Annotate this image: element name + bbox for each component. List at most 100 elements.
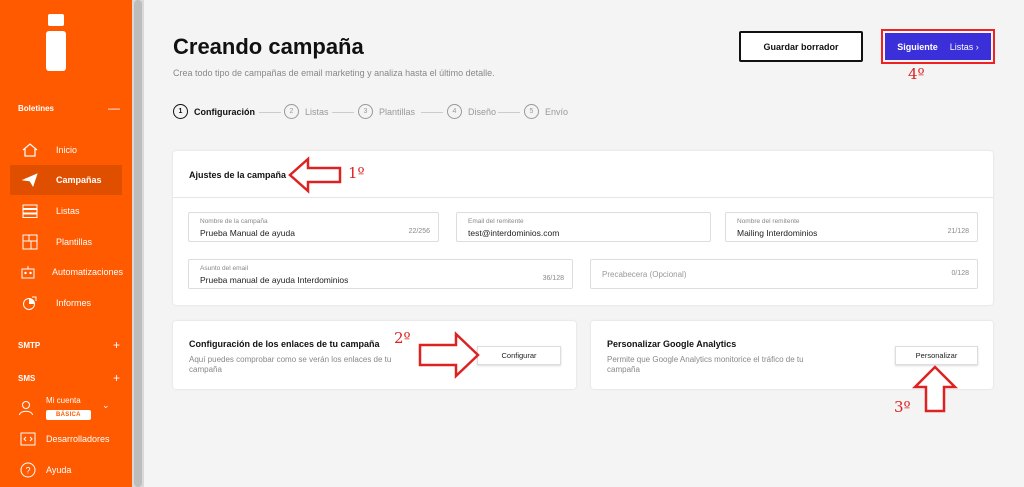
sidebar-item-label: Automatizaciones (52, 267, 124, 277)
page-title: Creando campaña (173, 34, 364, 59)
sidebar-scrollbar[interactable] (132, 0, 144, 487)
sidebar-section-boletines[interactable]: Boletines — (18, 101, 120, 115)
sidebar-section-sms[interactable]: SMS + (18, 371, 120, 385)
sidebar-item-label: Inicio (56, 145, 78, 155)
card-title: Configuración de los enlaces de tu campa… (189, 339, 380, 349)
template-icon (20, 234, 40, 250)
char-counter: 36/128 (542, 275, 564, 282)
char-counter: 22/256 (408, 228, 430, 235)
char-counter: 21/128 (947, 228, 969, 235)
field-value: Prueba manual de ayuda Interdominios (200, 275, 349, 285)
expand-icon[interactable]: + (113, 338, 120, 352)
card-divider (173, 197, 993, 198)
step-label: Plantillas (379, 106, 416, 117)
step-connector (498, 112, 520, 113)
step-listas[interactable]: 2 Listas (284, 104, 329, 119)
step-label: Envío (545, 106, 569, 117)
sidebar-item-desarrolladores[interactable]: Desarrolladores (10, 424, 122, 454)
chevron-down-icon[interactable]: ⌄ (102, 400, 110, 411)
sidebar-item-automatizaciones[interactable]: Automatizaciones (10, 257, 124, 287)
sender-email-field[interactable]: Email del remitente test@interdominios.c… (456, 212, 711, 242)
paper-plane-icon (20, 172, 40, 188)
step-label: Configuración (194, 106, 255, 117)
sidebar-item-campanas[interactable]: Campañas (10, 165, 122, 195)
sidebar-item-ayuda[interactable]: ? Ayuda (10, 455, 122, 485)
code-icon (18, 431, 38, 447)
step-plantillas[interactable]: 3 Plantillas (358, 104, 415, 119)
sidebar-item-label: Informes (56, 298, 92, 308)
char-counter: 0/128 (951, 270, 969, 277)
annotation-2: 2º (394, 329, 411, 347)
sidebar-item-label: Ayuda (46, 465, 72, 475)
configure-links-button[interactable]: Configurar (477, 346, 561, 365)
list-icon (20, 203, 40, 219)
step-number: 3 (358, 104, 373, 119)
field-value: Prueba Manual de ayuda (200, 228, 295, 238)
sidebar: Boletines — Inicio Campañas Listas Plant… (0, 0, 132, 487)
sidebar-item-inicio[interactable]: Inicio (10, 135, 122, 165)
card-description: campaña (607, 365, 640, 374)
card-title: Personalizar Google Analytics (607, 339, 737, 349)
page-subtitle: Crea todo tipo de campañas de email mark… (173, 68, 495, 78)
card-description: campaña (189, 365, 222, 374)
preheader-field[interactable]: Precabecera (Opcional) 0/128 (590, 259, 978, 289)
sidebar-item-informes[interactable]: Informes (10, 288, 122, 318)
field-label: Nombre de la campaña (200, 218, 268, 225)
sidebar-item-label: Desarrolladores (46, 434, 110, 444)
section-label: SMTP (18, 341, 41, 350)
expand-icon[interactable]: + (113, 371, 120, 385)
app-logo[interactable] (46, 14, 68, 71)
next-button[interactable]: Siguiente Listas › (885, 33, 991, 60)
card-description: Permite que Google Analytics monitorice … (607, 355, 804, 364)
sender-name-field[interactable]: Nombre del remitente Mailing Interdomini… (725, 212, 978, 242)
user-icon (18, 400, 34, 416)
plan-badge: BÁSICA (46, 410, 91, 420)
svg-text:?: ? (25, 466, 30, 476)
step-number: 5 (524, 104, 539, 119)
campaign-name-field[interactable]: Nombre de la campaña Prueba Manual de ay… (188, 212, 439, 242)
annotation-3: 3º (894, 398, 911, 416)
section-label: Boletines (18, 104, 55, 113)
subject-field[interactable]: Asunto del email Prueba manual de ayuda … (188, 259, 573, 289)
step-diseno[interactable]: 4 Diseño (447, 104, 496, 119)
sidebar-item-label: Plantillas (56, 237, 93, 247)
field-placeholder: Precabecera (Opcional) (602, 270, 687, 279)
step-connector (259, 112, 281, 113)
step-envio[interactable]: 5 Envío (524, 104, 568, 119)
sidebar-item-listas[interactable]: Listas (10, 196, 122, 226)
step-number: 2 (284, 104, 299, 119)
step-connector (421, 112, 443, 113)
next-target-label: Listas › (949, 41, 979, 52)
sidebar-item-plantillas[interactable]: Plantillas (10, 227, 122, 257)
annotation-arrow-right (418, 331, 480, 379)
step-number: 1 (173, 104, 188, 119)
field-label: Asunto del email (200, 265, 249, 272)
annotation-4: 4º (908, 65, 925, 83)
home-icon (20, 142, 40, 158)
annotation-arrow-left (288, 156, 342, 194)
field-value: Mailing Interdominios (737, 228, 818, 238)
field-label: Email del remitente (468, 218, 524, 225)
annotation-arrow-up (911, 365, 959, 413)
collapse-icon[interactable]: — (108, 101, 120, 115)
next-label: Siguiente (897, 41, 938, 52)
links-config-card: Configuración de los enlaces de tu campa… (173, 321, 576, 389)
step-label: Listas (305, 106, 329, 117)
card-title: Ajustes de la campaña (189, 170, 287, 180)
stepper: 1 Configuración 2 Listas 3 Plantillas 4 … (173, 104, 593, 122)
account-label: Mi cuenta (46, 396, 81, 405)
card-description: Aquí puedes comprobar como se verán los … (189, 355, 392, 364)
sidebar-section-smtp[interactable]: SMTP + (18, 338, 120, 352)
step-number: 4 (447, 104, 462, 119)
customize-analytics-button[interactable]: Personalizar (895, 346, 978, 365)
section-label: SMS (18, 374, 36, 383)
help-icon: ? (18, 462, 38, 478)
step-configuracion[interactable]: 1 Configuración (173, 104, 255, 119)
field-label: Nombre del remitente (737, 218, 800, 225)
step-connector (332, 112, 354, 113)
save-draft-button[interactable]: Guardar borrador (739, 31, 863, 62)
field-value: test@interdominios.com (468, 228, 560, 238)
chart-icon (20, 295, 40, 311)
sidebar-item-label: Listas (56, 206, 80, 216)
step-label: Diseño (468, 106, 497, 117)
